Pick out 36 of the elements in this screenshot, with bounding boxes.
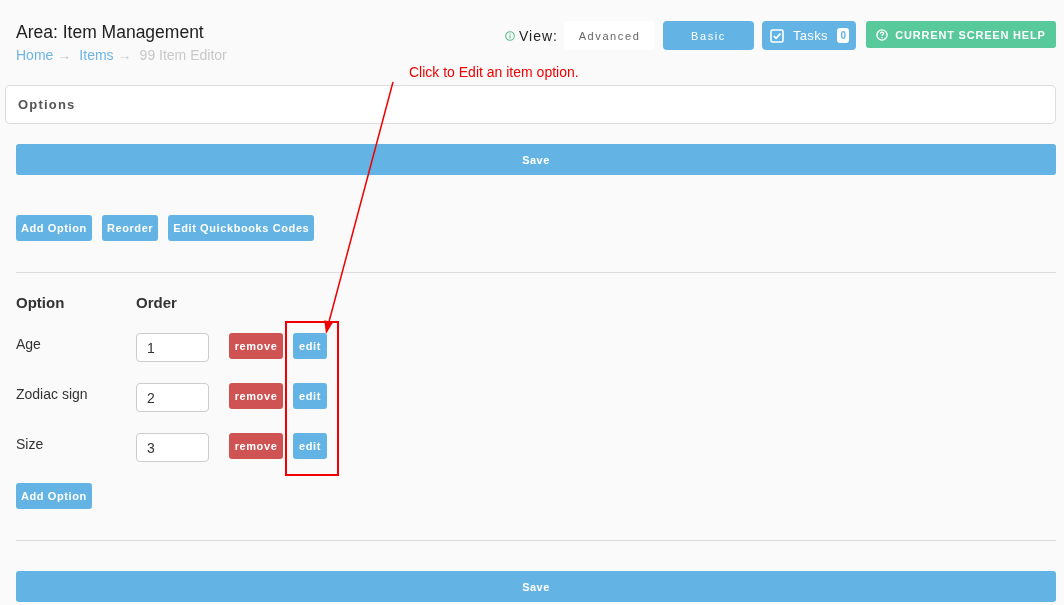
order-input[interactable]: 3 (136, 433, 209, 462)
breadcrumb-separator: → (57, 47, 72, 64)
edit-button[interactable]: edit (293, 383, 327, 409)
option-name: Size (16, 435, 45, 453)
toolbar-button[interactable]: Reorder (101, 215, 159, 241)
edit-button[interactable]: edit (293, 433, 327, 459)
toolbar-button[interactable]: Edit Quickbooks Codes (168, 215, 315, 241)
view-label: View: (519, 27, 558, 44)
add-option-button[interactable]: Add Option (16, 483, 92, 509)
edit-button[interactable]: edit (293, 333, 327, 359)
checkbox-icon (770, 28, 784, 43)
remove-button[interactable]: remove (229, 383, 283, 409)
remove-button[interactable]: remove (229, 333, 283, 359)
order-input[interactable]: 2 (136, 383, 209, 412)
column-header: Order (136, 294, 177, 312)
panel-title: Options (18, 97, 76, 112)
task-count-badge: 0 (837, 28, 849, 43)
remove-button[interactable]: remove (229, 433, 283, 459)
option-name: Zodiac sign (16, 385, 89, 403)
breadcrumb-separator: → (117, 47, 132, 64)
save-button[interactable]: Save (16, 571, 1056, 602)
info-icon (505, 30, 515, 41)
save-button[interactable]: Save (16, 144, 1056, 175)
help-button[interactable]: CURRENT SCREEN HELP (866, 21, 1056, 48)
area-title: Area: Item Management (16, 21, 205, 43)
order-input[interactable]: 1 (136, 333, 209, 362)
question-icon (876, 28, 889, 41)
tasks-button[interactable]: Tasks 0 (762, 21, 856, 50)
column-header: Option (16, 294, 66, 312)
breadcrumb-link[interactable]: Items (79, 47, 114, 64)
view-toggle-button[interactable]: Basic (663, 21, 754, 50)
toolbar-button[interactable]: Add Option (16, 215, 92, 241)
annotation-text: Click to Edit an item option. (409, 64, 579, 80)
option-name: Age (16, 335, 42, 353)
breadcrumb-link[interactable]: Home (16, 47, 54, 64)
view-toggle-button[interactable]: Advanced (564, 21, 655, 50)
